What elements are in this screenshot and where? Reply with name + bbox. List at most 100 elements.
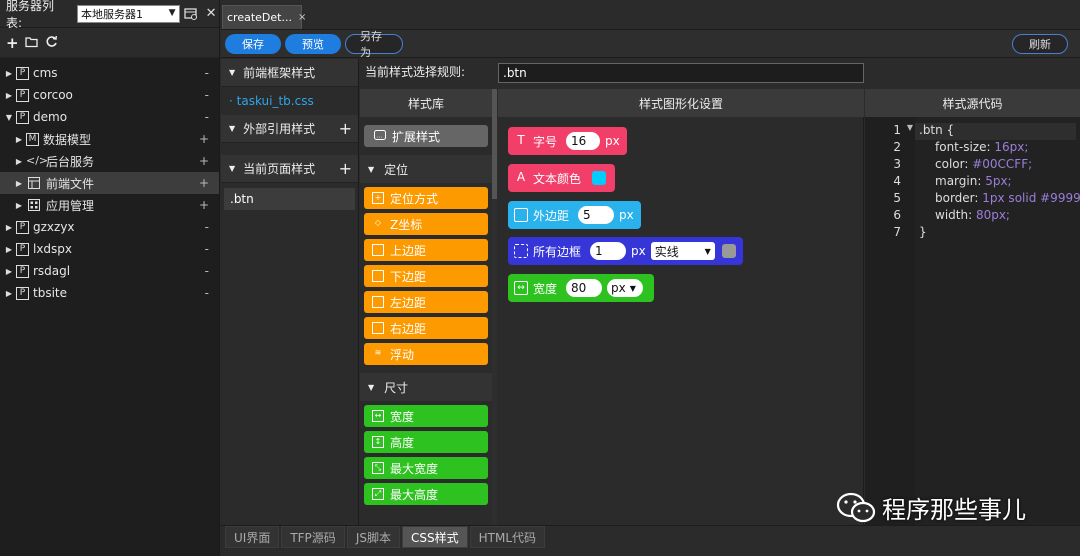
rule-selector-input[interactable]: .btn: [498, 63, 864, 83]
css-file-link[interactable]: · taskui_tb.css: [221, 87, 358, 115]
add-icon[interactable]: +: [6, 34, 19, 52]
library-section-position[interactable]: ▼ 定位: [360, 155, 492, 183]
block-float[interactable]: ≋ 浮动: [364, 343, 488, 365]
style-rule-item[interactable]: .btn: [224, 188, 355, 210]
tree-item-gzxzyx[interactable]: ▶ P gzxzyx -: [0, 216, 219, 238]
close-icon[interactable]: ×: [298, 12, 306, 23]
library-section-size[interactable]: ▼ 尺寸: [360, 373, 492, 401]
add-button[interactable]: +: [199, 132, 209, 146]
library-scrollbar[interactable]: [492, 89, 497, 525]
margin-icon: [514, 208, 528, 222]
framework-styles-header[interactable]: ▼ 前端框架样式: [221, 59, 358, 87]
block-width[interactable]: ↔ 宽度: [364, 405, 488, 427]
add-button[interactable]: +: [199, 154, 209, 168]
tree-label: demo: [33, 110, 68, 124]
border-style-select[interactable]: 实线 ▼: [650, 242, 715, 260]
current-styles-header[interactable]: ▼ 当前页面样式 +: [221, 155, 358, 183]
caret-down-icon[interactable]: ▼: [4, 113, 14, 122]
code-lines[interactable]: .btn { font-size: 16px; color: #00CCFF; …: [915, 117, 1080, 525]
close-icon[interactable]: ✕: [203, 6, 219, 22]
add-external-style-button[interactable]: +: [339, 119, 352, 138]
tree-item-data-model[interactable]: ▶ M 数据模型 +: [0, 128, 219, 150]
save-as-button[interactable]: 另存为: [345, 30, 403, 59]
caret-right-icon[interactable]: ▶: [4, 289, 14, 298]
collapse-button[interactable]: -: [205, 220, 209, 234]
graphic-canvas[interactable]: T 字号 16 px A 文本颜色 外边距 5 px 所有边框 1 px 实线 …: [498, 117, 864, 525]
add-page-style-button[interactable]: +: [339, 159, 352, 178]
main-area: createDet... × 保存 预览 另存为 刷新 ▼ 前端框架样式 · t…: [221, 0, 1080, 556]
margin-block[interactable]: 外边距 5 px: [508, 201, 641, 229]
block-height[interactable]: ↕ 高度: [364, 431, 488, 453]
preview-button[interactable]: 预览: [285, 33, 341, 54]
external-styles-header[interactable]: ▼ 外部引用样式 +: [221, 115, 358, 143]
border-width-input[interactable]: 1: [590, 242, 627, 260]
tree-item-frontend[interactable]: ▶ 前端文件 +: [0, 172, 219, 194]
collapse-button[interactable]: -: [205, 286, 209, 300]
block-right[interactable]: 右边距: [364, 317, 488, 339]
tree-item-rsdagl[interactable]: ▶ P rsdagl -: [0, 260, 219, 282]
tree-item-backend[interactable]: ▶ </> 后台服务 +: [0, 150, 219, 172]
caret-right-icon[interactable]: ▶: [4, 223, 14, 232]
font-size-input[interactable]: 16: [566, 132, 601, 150]
caret-right-icon[interactable]: ▶: [4, 267, 14, 276]
tree-item-cms[interactable]: ▶ P cms -: [0, 62, 219, 84]
width-block[interactable]: ↔ 宽度 80 px ▼: [508, 274, 654, 302]
tree-item-demo[interactable]: ▼ P demo -: [0, 106, 219, 128]
server-select[interactable]: 本地服务器1 ▼: [77, 4, 180, 23]
document-tab[interactable]: createDet... ×: [222, 5, 306, 29]
add-button[interactable]: +: [199, 176, 209, 190]
width-unit-value: px: [611, 281, 626, 295]
margin-input[interactable]: 5: [578, 206, 615, 224]
text-color-block[interactable]: A 文本颜色: [508, 164, 615, 192]
collapse-button[interactable]: -: [205, 66, 209, 80]
block-top[interactable]: 上边距: [364, 239, 488, 261]
block-max-height[interactable]: ⤢ 最大高度: [364, 483, 488, 505]
tree-item-lxdspx[interactable]: ▶ P lxdspx -: [0, 238, 219, 260]
block-z-index[interactable]: ◇ Z坐标: [364, 213, 488, 235]
bottom-margin-icon: [372, 270, 384, 282]
fold-icon[interactable]: ▼: [907, 123, 913, 132]
project-icon: P: [16, 286, 29, 300]
folder-open-icon[interactable]: [24, 34, 39, 52]
scrollbar-thumb[interactable]: [492, 89, 497, 199]
block-bottom[interactable]: 下边距: [364, 265, 488, 287]
caret-right-icon[interactable]: ▶: [14, 179, 24, 188]
source-code-editor[interactable]: 1 ▼ 2 3 4 5 6 7 .btn { font-size: 16px; c…: [865, 117, 1080, 525]
tab-css[interactable]: CSS样式: [401, 526, 468, 548]
text-color-swatch[interactable]: [592, 171, 607, 185]
caret-right-icon[interactable]: ▶: [14, 157, 24, 166]
width-unit-select[interactable]: px ▼: [607, 279, 644, 297]
width-input[interactable]: 80: [566, 279, 603, 297]
tab-ui[interactable]: UI界面: [225, 526, 280, 548]
border-block[interactable]: 所有边框 1 px 实线 ▼: [508, 237, 743, 265]
add-button[interactable]: +: [199, 198, 209, 212]
caret-right-icon[interactable]: ▶: [4, 69, 14, 78]
refresh-icon[interactable]: [45, 34, 58, 52]
caret-right-icon[interactable]: ▶: [4, 245, 14, 254]
tree-item-corcoo[interactable]: ▶ P corcoo -: [0, 84, 219, 106]
refresh-button[interactable]: 刷新: [1012, 34, 1068, 54]
collapse-button[interactable]: -: [205, 264, 209, 278]
block-position-type[interactable]: + 定位方式: [364, 187, 488, 209]
tree-label: 后台服务: [46, 154, 95, 169]
collapse-button[interactable]: -: [205, 242, 209, 256]
block-max-width[interactable]: ⤡ 最大宽度: [364, 457, 488, 479]
collapse-button[interactable]: -: [205, 88, 209, 102]
model-icon: M: [26, 132, 39, 146]
caret-right-icon[interactable]: ▶: [4, 91, 14, 100]
extend-style-button[interactable]: ... 扩展样式: [364, 125, 488, 147]
border-color-swatch[interactable]: [721, 244, 736, 258]
tab-js[interactable]: JS脚本: [346, 526, 400, 548]
save-button[interactable]: 保存: [225, 33, 281, 54]
caret-right-icon[interactable]: ▶: [14, 201, 24, 210]
collapse-button[interactable]: -: [205, 110, 209, 124]
tab-tfp-source[interactable]: TFP源码: [281, 526, 345, 548]
block-left[interactable]: 左边距: [364, 291, 488, 313]
tree-item-tbsite[interactable]: ▶ P tbsite -: [0, 282, 219, 304]
style-library: ... 扩展样式 ▼ 定位 + 定位方式 ◇ Z坐标 上边距 下边距 左边距 右边距…: [360, 117, 492, 525]
tree-item-app-manage[interactable]: ▶ 应用管理 +: [0, 194, 219, 216]
caret-right-icon[interactable]: ▶: [14, 135, 24, 144]
server-settings-icon[interactable]: [184, 6, 200, 22]
font-size-block[interactable]: T 字号 16 px: [508, 127, 627, 155]
tab-html[interactable]: HTML代码: [469, 526, 546, 548]
